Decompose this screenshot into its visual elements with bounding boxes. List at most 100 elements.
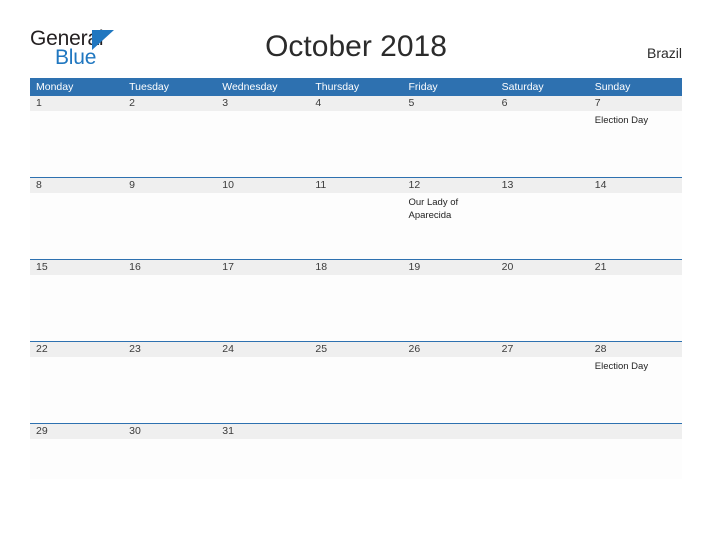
day-cell — [589, 439, 682, 479]
day-cell[interactable] — [30, 275, 123, 341]
day-number[interactable]: 20 — [496, 260, 589, 275]
day-number — [496, 424, 589, 439]
day-cell[interactable] — [123, 193, 216, 259]
day-number[interactable]: 1 — [30, 96, 123, 111]
week-row: 22 23 24 25 26 27 28 Election Day — [30, 341, 682, 423]
page-header: General Blue October 2018 Brazil — [0, 0, 712, 76]
day-cell[interactable] — [216, 193, 309, 259]
week-event-body: Election Day — [30, 111, 682, 177]
week-event-body: Election Day — [30, 357, 682, 423]
day-number[interactable]: 16 — [123, 260, 216, 275]
day-number[interactable]: 25 — [309, 342, 402, 357]
calendar-page: General Blue October 2018 Brazil Monday … — [0, 0, 712, 550]
day-number[interactable]: 26 — [403, 342, 496, 357]
week-row: 1 2 3 4 5 6 7 Election Day — [30, 96, 682, 177]
week-daynumber-band: 8 9 10 11 12 13 14 — [30, 177, 682, 193]
day-event-text: Our Lady of Aparecida — [408, 197, 459, 221]
day-number[interactable]: 6 — [496, 96, 589, 111]
day-number[interactable]: 22 — [30, 342, 123, 357]
week-daynumber-band: 29 30 31 — [30, 423, 682, 439]
day-number[interactable]: 3 — [216, 96, 309, 111]
weekday-wednesday: Wednesday — [222, 81, 278, 93]
week-event-body — [30, 275, 682, 341]
day-cell[interactable]: Our Lady of Aparecida — [403, 193, 496, 259]
week-event-body — [30, 439, 682, 479]
week-daynumber-band: 15 16 17 18 19 20 21 — [30, 259, 682, 275]
day-cell[interactable] — [309, 357, 402, 423]
day-cell[interactable] — [496, 275, 589, 341]
day-cell[interactable] — [30, 111, 123, 177]
day-number[interactable]: 13 — [496, 178, 589, 193]
day-number[interactable]: 14 — [589, 178, 682, 193]
day-number[interactable]: 18 — [309, 260, 402, 275]
day-cell[interactable] — [216, 357, 309, 423]
day-cell — [496, 439, 589, 479]
weekday-header-row: Monday Tuesday Wednesday Thursday Friday… — [30, 78, 682, 96]
day-cell[interactable] — [309, 193, 402, 259]
day-number[interactable]: 23 — [123, 342, 216, 357]
weekday-thursday: Thursday — [315, 81, 360, 93]
day-number[interactable]: 12 — [403, 178, 496, 193]
day-number[interactable]: 10 — [216, 178, 309, 193]
day-number[interactable]: 11 — [309, 178, 402, 193]
day-cell[interactable] — [496, 357, 589, 423]
day-cell[interactable] — [30, 439, 123, 479]
day-cell — [403, 439, 496, 479]
day-number — [589, 424, 682, 439]
day-number[interactable]: 21 — [589, 260, 682, 275]
day-cell[interactable]: Election Day — [589, 111, 682, 177]
calendar-grid: Monday Tuesday Wednesday Thursday Friday… — [30, 78, 682, 479]
week-row: 29 30 31 — [30, 423, 682, 479]
day-cell[interactable] — [403, 111, 496, 177]
week-daynumber-band: 22 23 24 25 26 27 28 — [30, 341, 682, 357]
week-daynumber-band: 1 2 3 4 5 6 7 — [30, 96, 682, 111]
day-number — [309, 424, 402, 439]
day-number[interactable]: 17 — [216, 260, 309, 275]
day-cell[interactable]: Election Day — [589, 357, 682, 423]
day-number[interactable]: 27 — [496, 342, 589, 357]
weekday-friday: Friday — [408, 81, 438, 93]
day-cell[interactable] — [216, 111, 309, 177]
weekday-tuesday: Tuesday — [129, 81, 170, 93]
day-cell[interactable] — [216, 439, 309, 479]
day-cell[interactable] — [403, 357, 496, 423]
day-cell[interactable] — [309, 111, 402, 177]
day-event-text: Election Day — [594, 115, 649, 126]
weekday-saturday: Saturday — [501, 81, 544, 93]
day-number[interactable]: 9 — [123, 178, 216, 193]
day-number — [403, 424, 496, 439]
day-cell[interactable] — [309, 275, 402, 341]
day-cell[interactable] — [496, 193, 589, 259]
day-number[interactable]: 4 — [309, 96, 402, 111]
day-number[interactable]: 19 — [403, 260, 496, 275]
day-number[interactable]: 28 — [589, 342, 682, 357]
day-number[interactable]: 24 — [216, 342, 309, 357]
day-cell[interactable] — [496, 111, 589, 177]
day-cell[interactable] — [123, 275, 216, 341]
day-number[interactable]: 31 — [216, 424, 309, 439]
day-cell[interactable] — [30, 193, 123, 259]
day-cell[interactable] — [123, 439, 216, 479]
day-cell[interactable] — [216, 275, 309, 341]
day-cell — [309, 439, 402, 479]
day-number[interactable]: 29 — [30, 424, 123, 439]
weekday-monday: Monday — [36, 81, 74, 93]
day-number[interactable]: 2 — [123, 96, 216, 111]
day-number[interactable]: 30 — [123, 424, 216, 439]
page-title: October 2018 — [265, 30, 447, 63]
day-number[interactable]: 5 — [403, 96, 496, 111]
day-cell[interactable] — [403, 275, 496, 341]
country-label: Brazil — [646, 45, 682, 61]
week-row: 15 16 17 18 19 20 21 — [30, 259, 682, 341]
week-row: 8 9 10 11 12 13 14 Our Lady of Aparecida — [30, 177, 682, 259]
day-number[interactable]: 8 — [30, 178, 123, 193]
day-cell[interactable] — [589, 193, 682, 259]
weekday-sunday: Sunday — [594, 81, 631, 93]
day-number[interactable]: 7 — [589, 96, 682, 111]
day-cell[interactable] — [30, 357, 123, 423]
day-number[interactable]: 15 — [30, 260, 123, 275]
day-cell[interactable] — [589, 275, 682, 341]
day-cell[interactable] — [123, 357, 216, 423]
day-cell[interactable] — [123, 111, 216, 177]
week-event-body: Our Lady of Aparecida — [30, 193, 682, 259]
